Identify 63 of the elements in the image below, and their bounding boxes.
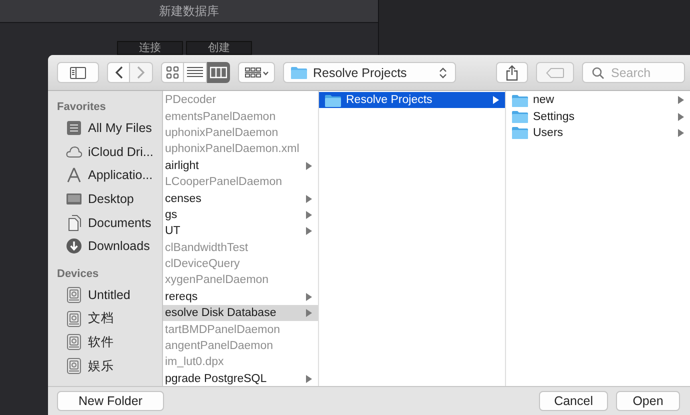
window-title: 新建数据库	[159, 2, 219, 20]
location-popup[interactable]: Resolve Projects	[283, 62, 456, 83]
arrange-button[interactable]	[238, 62, 275, 83]
disclosure-arrow-icon	[306, 374, 312, 383]
view-mode-button[interactable]	[184, 62, 207, 83]
file-row[interactable]: new	[506, 92, 690, 108]
tab[interactable]: 连接	[117, 41, 183, 55]
folder-icon	[325, 94, 341, 107]
folder-icon	[512, 94, 528, 107]
file-row[interactable]: Settings	[506, 108, 690, 125]
tag-icon	[546, 68, 564, 78]
chevron-right-icon	[137, 66, 145, 79]
sidebar-item[interactable]: 娱乐	[48, 354, 162, 378]
list-icon	[187, 66, 203, 79]
sidebar-toggle-button[interactable]	[57, 62, 99, 83]
folder-icon	[291, 66, 307, 79]
sidebar-item[interactable]: Documents	[48, 210, 162, 234]
document-icon	[66, 214, 82, 231]
dialog-button[interactable]: Open	[616, 391, 680, 411]
share-icon	[506, 64, 518, 80]
stepper-icon	[439, 66, 447, 78]
file-row[interactable]: rereqs	[163, 288, 318, 306]
sidebar-item[interactable]: 软件	[48, 330, 162, 354]
view-mode-button[interactable]	[207, 62, 230, 83]
search-icon	[592, 67, 604, 79]
disclosure-arrow-icon	[493, 96, 499, 104]
folder-icon	[512, 126, 528, 140]
sidebar-item[interactable]: iCloud Dri...	[48, 140, 162, 164]
grid-icon	[166, 66, 179, 79]
dialog-button[interactable]: New Folder	[57, 391, 164, 411]
sidebar-item[interactable]: Untitled	[48, 283, 162, 307]
share-button[interactable]	[496, 62, 528, 83]
sidebar-item[interactable]: Desktop	[48, 187, 162, 211]
files-icon	[66, 120, 82, 136]
sidebar-item[interactable]: Applicatio...	[48, 163, 162, 188]
desktop-icon	[66, 190, 82, 207]
columns-icon	[210, 66, 226, 79]
compass-icon	[66, 167, 82, 184]
download-icon	[66, 238, 82, 254]
cloud-icon	[66, 144, 82, 160]
section-heading: Favorites	[56, 100, 107, 115]
folder-icon	[512, 110, 528, 124]
view-mode-button[interactable]	[161, 62, 184, 83]
chevron-left-icon	[114, 66, 122, 79]
file-row[interactable]: UT	[163, 223, 318, 240]
sidebar-icon	[70, 66, 86, 78]
sidebar-item[interactable]: 文档	[48, 306, 162, 330]
sidebar-item[interactable]: All My Files	[48, 116, 162, 140]
file-row[interactable]: esolve Disk Database	[163, 305, 318, 322]
file-row[interactable]: censes	[163, 190, 318, 207]
file-row[interactable]: Resolve Projects	[319, 92, 505, 108]
disclosure-arrow-icon	[306, 162, 312, 170]
file-row[interactable]: gs	[163, 206, 318, 224]
tab[interactable]: 创建	[186, 41, 252, 55]
back-button[interactable]	[107, 62, 130, 83]
sidebar-item[interactable]: Downloads	[48, 234, 162, 258]
file-row[interactable]: pgrade PostgreSQL	[163, 370, 318, 386]
arrange-icon	[244, 66, 268, 78]
file-row[interactable]: Users	[506, 124, 690, 142]
section-heading: Devices	[56, 267, 100, 282]
dialog-button[interactable]: Cancel	[539, 391, 608, 411]
search-field[interactable]: Search	[582, 62, 685, 83]
file-row[interactable]: airlight	[163, 158, 318, 174]
